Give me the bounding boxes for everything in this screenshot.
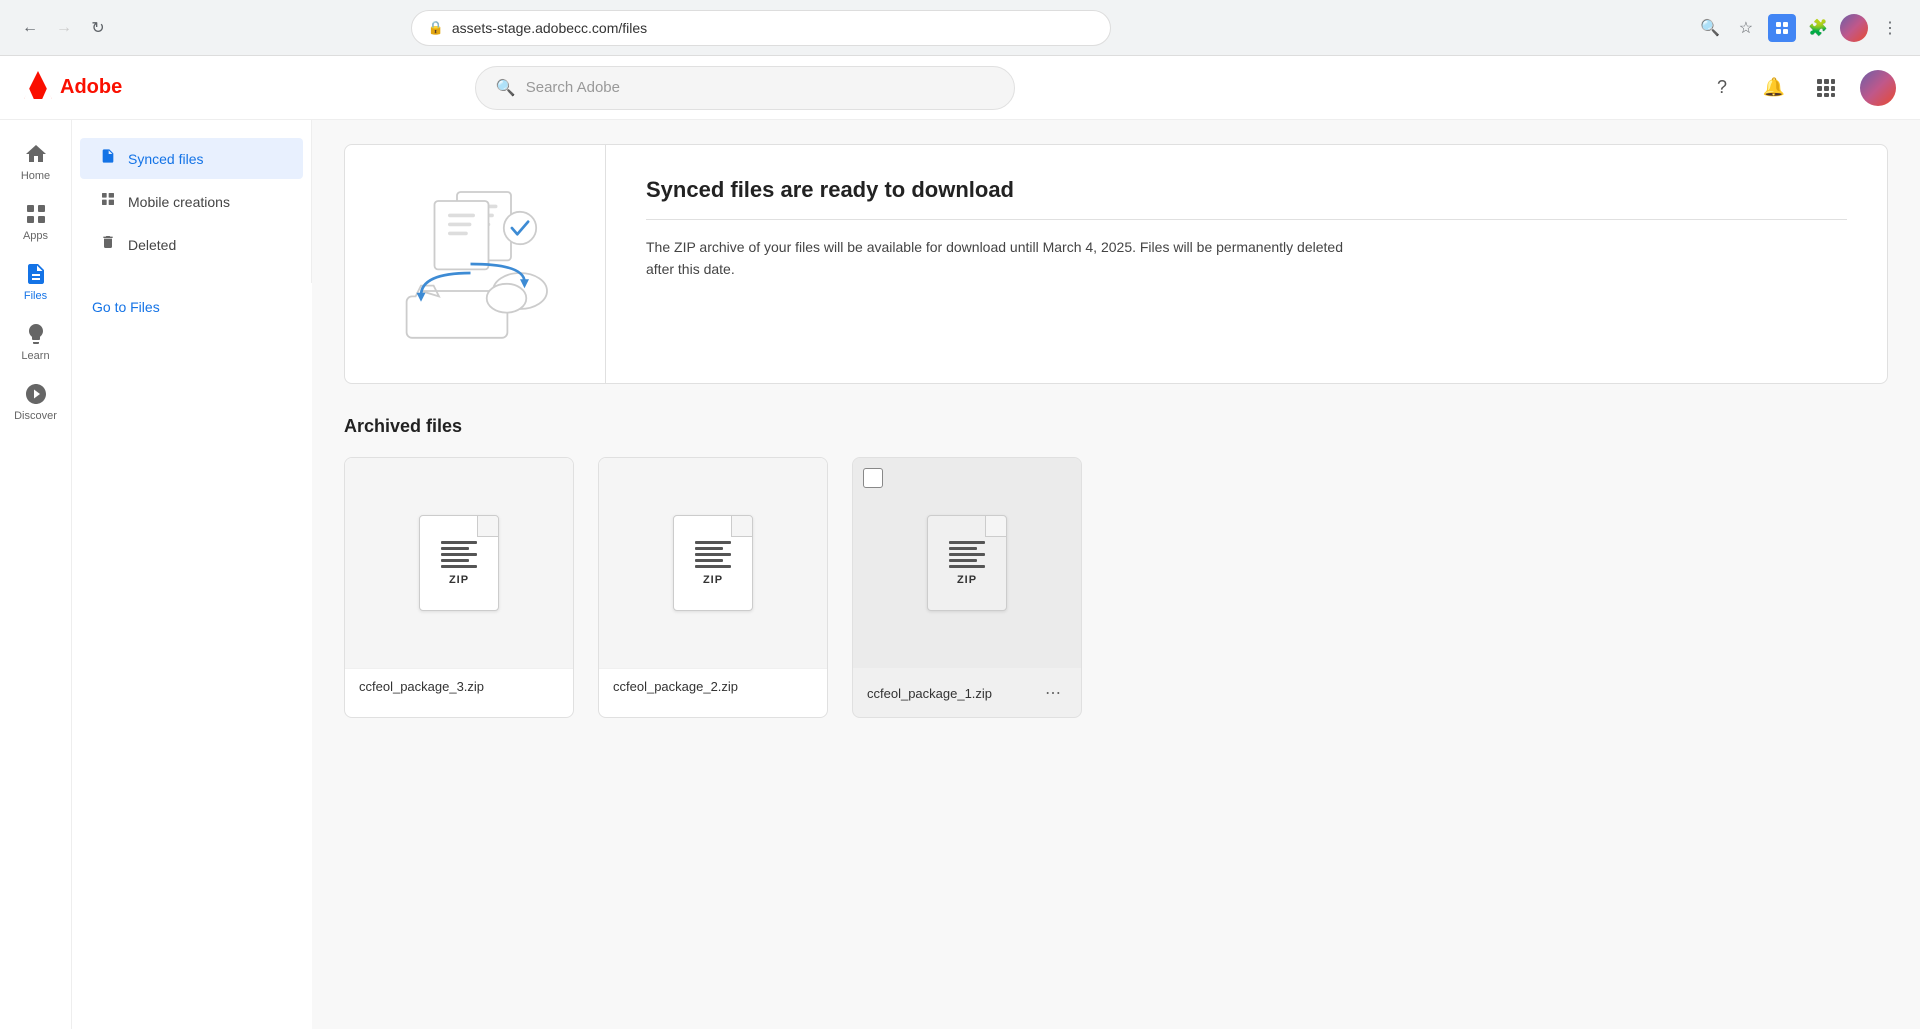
refresh-button[interactable]: ↻ [84,14,112,42]
file-checkbox-1[interactable] [863,468,883,488]
extensions-button[interactable]: 🧩 [1804,14,1832,42]
browser-profile-avatar[interactable] [1840,14,1868,42]
file-more-button-1[interactable]: ⋯ [1039,679,1067,707]
notifications-button[interactable]: 🔔 [1756,70,1792,106]
lock-icon: 🔒 [428,20,444,36]
mobile-creations-label: Mobile creations [128,194,230,210]
back-button[interactable]: ← [16,14,44,42]
deleted-label: Deleted [128,237,176,253]
url-text: assets-stage.adobecc.com/files [452,20,647,36]
section-title: Archived files [344,416,1888,437]
forward-button[interactable]: → [50,14,78,42]
file-name-3: ccfeol_package_3.zip [359,679,484,694]
file-card-2[interactable]: ZIP ccfeol_package_2.zip [598,457,828,718]
main-content: Synced files are ready to download The Z… [312,120,1920,1029]
address-bar[interactable]: 🔒 assets-stage.adobecc.com/files [411,10,1111,46]
archived-files-section: Archived files [344,416,1888,718]
sidebar-apps-label: Apps [23,230,48,242]
sidebar-item-apps[interactable]: Apps [0,192,71,252]
search-browser-button[interactable]: 🔍 [1696,14,1724,42]
app-header: Adobe 🔍 Search Adobe ? 🔔 [0,56,1920,120]
zip-file-icon-1: ZIP [927,515,1007,611]
adobe-logo: Adobe [24,71,122,105]
adobe-logo-icon [24,71,52,105]
zip-file-icon-2: ZIP [673,515,753,611]
banner-title: Synced files are ready to download [646,177,1847,203]
file-name-1: ccfeol_package_1.zip [867,686,992,701]
file-card-3[interactable]: ZIP ccfeol_package_3.zip [344,457,574,718]
sidebar-discover-label: Discover [14,410,57,422]
sidebar-learn-label: Learn [21,350,49,362]
sidebar-nav: Synced files Mobile creations [72,120,312,283]
sidebar-files-label: Files [24,290,47,302]
file-footer-3: ccfeol_package_3.zip [345,668,573,704]
banner-description: The ZIP archive of your files will be av… [646,236,1346,281]
sidebar-icons: Home Apps Files [0,120,72,1029]
file-footer-1: ccfeol_package_1.zip ⋯ [853,668,1081,717]
go-to-files-link[interactable]: Go to Files [72,283,312,331]
grid-icon [100,191,116,212]
synced-files-label: Synced files [128,151,203,167]
header-actions: ? 🔔 [1704,70,1896,106]
browser-nav-buttons: ← → ↻ [16,14,112,42]
banner: Synced files are ready to download The Z… [344,144,1888,384]
sidebar-wrapper: Synced files Mobile creations [72,120,312,1029]
trash-icon [100,234,116,255]
browser-actions: 🔍 ☆ 🧩 ⋮ [1696,14,1904,42]
main-layout: Home Apps Files [0,120,1920,1029]
search-bar[interactable]: 🔍 Search Adobe [475,66,1015,110]
bookmark-button[interactable]: ☆ [1732,14,1760,42]
browser-chrome: ← → ↻ 🔒 assets-stage.adobecc.com/files 🔍… [0,0,1920,56]
sidebar-item-learn[interactable]: Learn [0,312,71,372]
file-preview-1: ZIP [853,458,1081,668]
file-preview-2: ZIP [599,458,827,668]
adobe-brand-text: Adobe [60,76,122,99]
help-button[interactable]: ? [1704,70,1740,106]
app-container: Adobe 🔍 Search Adobe ? 🔔 [0,56,1920,1029]
sidebar-nav-deleted[interactable]: Deleted [80,224,303,265]
sidebar-item-home[interactable]: Home [0,132,71,192]
sidebar-item-files[interactable]: Files [0,252,71,312]
search-placeholder-text: Search Adobe [526,79,620,96]
menu-button[interactable]: ⋮ [1876,14,1904,42]
sidebar-nav-mobile-creations[interactable]: Mobile creations [80,181,303,222]
banner-illustration [345,145,605,383]
banner-text: Synced files are ready to download The Z… [605,145,1887,383]
waffle-button[interactable] [1808,70,1844,106]
sidebar-nav-synced-files[interactable]: Synced files [80,138,303,179]
user-avatar[interactable] [1860,70,1896,106]
file-preview-3: ZIP [345,458,573,668]
file-name-2: ccfeol_package_2.zip [613,679,738,694]
search-icon: 🔍 [496,78,516,98]
file-card-1[interactable]: ZIP ccfeol_package_1.zip ⋯ [852,457,1082,718]
extension-icon[interactable] [1768,14,1796,42]
files-grid: ZIP ccfeol_package_3.zip [344,457,1888,718]
file-footer-2: ccfeol_package_2.zip [599,668,827,704]
banner-divider [646,219,1847,220]
zip-file-icon-3: ZIP [419,515,499,611]
sidebar-home-label: Home [21,170,50,182]
sidebar-item-discover[interactable]: Discover [0,372,71,432]
doc-icon [100,148,116,169]
